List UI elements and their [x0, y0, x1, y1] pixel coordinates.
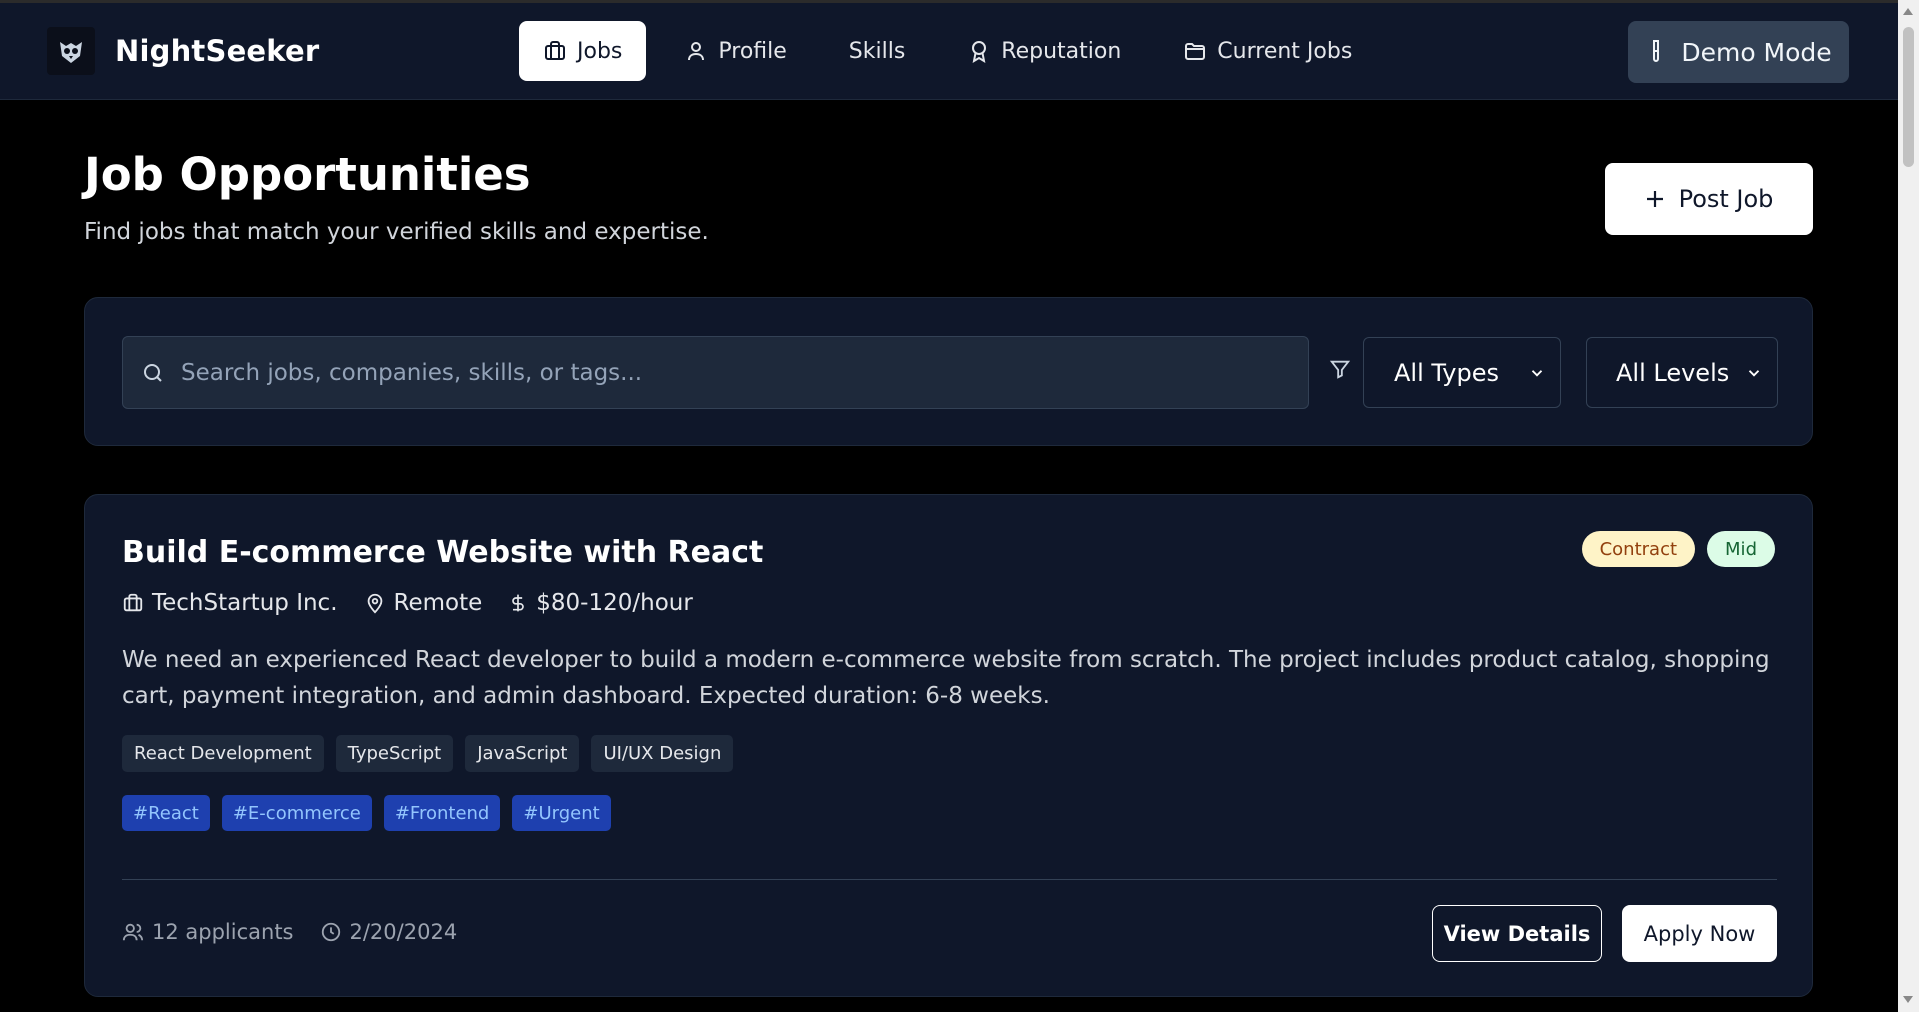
test-tube-icon — [1653, 40, 1660, 62]
job-location: Remote — [364, 590, 483, 616]
job-card[interactable]: Build E-commerce Website with React Cont… — [84, 494, 1813, 997]
plus-icon — [1646, 191, 1663, 207]
tag-chip[interactable]: #E-commerce — [221, 795, 372, 831]
nav-reputation-label: Reputation — [1001, 38, 1122, 64]
filter-icon[interactable] — [1329, 358, 1351, 380]
skill-chip: UI/UX Design — [591, 735, 734, 772]
nav-skills-label: Skills — [848, 38, 906, 64]
clock-icon — [321, 922, 340, 942]
job-rate: $80-120/hour — [508, 590, 693, 616]
chevron-down-icon — [1531, 369, 1543, 377]
job-applicants: 12 applicants — [122, 920, 294, 944]
tag-chip[interactable]: #Frontend — [383, 795, 501, 831]
nav-reputation[interactable]: Reputation — [943, 21, 1145, 81]
users-icon — [122, 923, 144, 941]
job-date-text: 2/20/2024 — [349, 920, 458, 944]
main-nav: Jobs Profile Skills Reputation Current J… — [519, 21, 1376, 81]
apply-now-button[interactable]: Apply Now — [1622, 905, 1777, 962]
tag-chip[interactable]: #Urgent — [512, 795, 611, 831]
search-input[interactable] — [181, 359, 1308, 386]
briefcase-icon — [545, 41, 565, 60]
nav-current-jobs-label: Current Jobs — [1217, 38, 1353, 64]
skill-chip: TypeScript — [335, 735, 454, 772]
job-applicants-text: 12 applicants — [152, 920, 294, 944]
tag-chip[interactable]: #React — [122, 795, 210, 831]
job-badges: Contract Mid — [1581, 531, 1775, 567]
nav-jobs-label: Jobs — [577, 38, 623, 64]
skill-chip: React Development — [122, 735, 324, 772]
search-box[interactable] — [122, 336, 1309, 409]
page-title: Job Opportunities — [84, 148, 531, 201]
filter-panel: All Types All Levels — [84, 297, 1813, 446]
nav-current-jobs[interactable]: Current Jobs — [1159, 21, 1376, 81]
top-navbar: NightSeeker Jobs Profile Skills Reputati… — [0, 0, 1898, 100]
owl-logo-icon — [47, 27, 95, 75]
page-scrollbar[interactable] — [1898, 0, 1919, 1012]
view-details-button[interactable]: View Details — [1432, 905, 1602, 962]
card-divider — [122, 879, 1777, 880]
job-location-text: Remote — [393, 590, 483, 616]
job-title[interactable]: Build E-commerce Website with React — [122, 535, 763, 570]
map-pin-icon — [367, 593, 382, 614]
brand[interactable]: NightSeeker — [47, 27, 319, 75]
type-select[interactable]: All Types — [1363, 337, 1561, 408]
job-company-name: TechStartup Inc. — [152, 590, 338, 616]
app-name: NightSeeker — [115, 34, 320, 68]
job-company: TechStartup Inc. — [122, 590, 338, 616]
job-rate-text: $80-120/hour — [536, 590, 693, 616]
post-job-label: Post Job — [1678, 185, 1774, 213]
job-type-badge: Contract — [1581, 531, 1696, 567]
post-job-button[interactable]: Post Job — [1605, 163, 1813, 235]
building-icon — [123, 593, 143, 612]
nav-profile[interactable]: Profile — [660, 21, 810, 81]
user-icon — [688, 42, 705, 61]
nav-skills[interactable]: Skills — [825, 21, 930, 81]
nav-jobs[interactable]: Jobs — [519, 21, 647, 81]
job-posted-date: 2/20/2024 — [320, 920, 458, 944]
nav-profile-label: Profile — [718, 38, 787, 64]
page-subtitle: Find jobs that match your verified skill… — [84, 219, 709, 245]
award-icon — [972, 41, 987, 63]
skill-list: React Development TypeScript JavaScript … — [122, 735, 734, 772]
search-icon — [144, 363, 162, 382]
job-level-badge: Mid — [1707, 531, 1775, 567]
scroll-up-icon[interactable] — [1903, 8, 1913, 15]
type-select-value: All Types — [1394, 358, 1500, 387]
dollar-icon — [512, 594, 525, 612]
level-select[interactable]: All Levels — [1586, 337, 1778, 408]
job-description: We need an experienced React developer t… — [122, 647, 1770, 709]
skill-chip: JavaScript — [465, 735, 580, 772]
scroll-down-icon[interactable] — [1903, 996, 1913, 1003]
job-meta: TechStartup Inc. Remote $80-120/hour — [122, 590, 693, 616]
tag-list: #React #E-commerce #Frontend #Urgent — [122, 795, 611, 831]
job-footer-meta: 12 applicants 2/20/2024 — [122, 920, 457, 944]
level-select-value: All Levels — [1616, 358, 1730, 387]
scroll-thumb[interactable] — [1903, 27, 1914, 167]
demo-mode-button[interactable]: Demo Mode — [1628, 21, 1849, 83]
demo-mode-label: Demo Mode — [1681, 37, 1832, 67]
folder-icon — [1185, 43, 1206, 60]
chevron-down-icon — [1748, 369, 1760, 377]
